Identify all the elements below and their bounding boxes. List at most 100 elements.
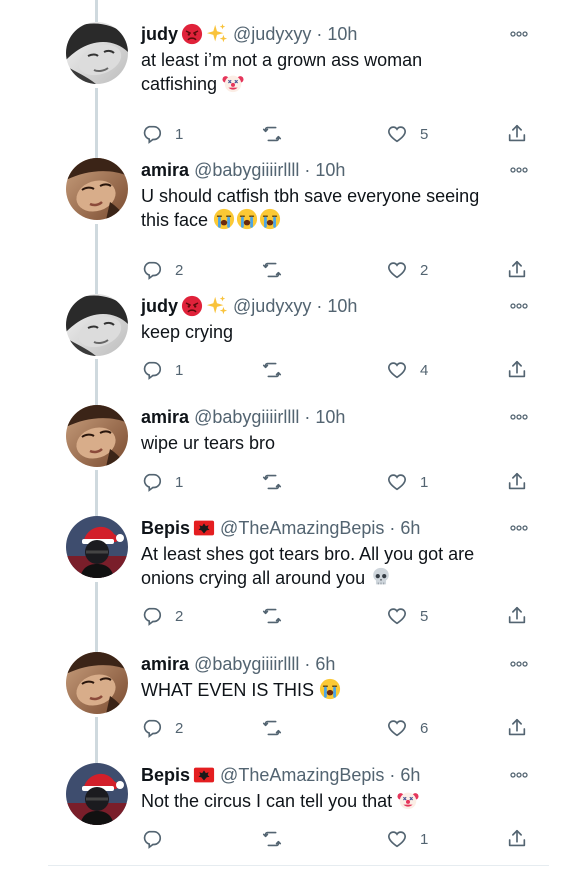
like-count: 6 (420, 719, 429, 737)
share-button[interactable] (506, 827, 528, 851)
avatar[interactable] (66, 294, 128, 356)
skull-icon (370, 567, 392, 588)
tweet-header: judy @judyxyy · 10h (141, 294, 357, 318)
tweet-text-segment: Not the circus I can tell you that (141, 791, 393, 811)
retweet-button[interactable] (261, 716, 283, 740)
avatar[interactable] (66, 22, 128, 84)
tweet-text-line: Not the circus I can tell you that (141, 789, 521, 813)
share-icon (506, 717, 528, 739)
retweet-icon (261, 471, 283, 493)
username-handle[interactable]: @TheAmazingBepis (220, 518, 384, 538)
retweet-button[interactable] (261, 358, 283, 382)
crying-face-icon (319, 678, 341, 700)
crying-face-icon (236, 208, 258, 230)
share-button[interactable] (506, 258, 528, 282)
more-options-icon[interactable] (509, 767, 529, 783)
tweet[interactable]: amira @babygiiiirllll · 10h U should catf… (0, 158, 577, 284)
reply-button[interactable]: 1 (141, 470, 183, 494)
like-button[interactable]: 1 (386, 470, 428, 494)
share-button[interactable] (506, 716, 528, 740)
reply-icon (141, 828, 163, 850)
tweet-header: Bepis @TheAmazingBepis · 6h (141, 516, 420, 540)
tweet-text-line: U should catfish tbh save everyone seein… (141, 184, 521, 208)
display-name[interactable]: amira (141, 654, 189, 674)
separator-dot: · (299, 654, 316, 674)
username-handle[interactable]: @babygiiiirllll (194, 407, 299, 427)
tweet[interactable]: judy @judyxyy · 10h keep crying 1 4 (0, 294, 577, 384)
reply-icon (141, 471, 163, 493)
separator-dot: · (311, 296, 328, 316)
username-handle[interactable]: @judyxyy (233, 24, 311, 44)
share-icon (506, 471, 528, 493)
retweet-icon (261, 828, 283, 850)
like-icon (386, 259, 408, 281)
sparkles-icon (206, 23, 228, 47)
reply-count: 1 (175, 473, 184, 491)
retweet-button[interactable] (261, 827, 283, 851)
reply-button[interactable]: 1 (141, 358, 183, 382)
more-options-icon[interactable] (509, 409, 529, 425)
reply-button[interactable] (141, 827, 163, 851)
display-name[interactable]: Bepis (141, 765, 190, 785)
reply-button[interactable]: 2 (141, 716, 183, 740)
like-button[interactable]: 5 (386, 122, 428, 146)
reply-button[interactable]: 2 (141, 258, 183, 282)
thread-line (95, 0, 98, 22)
timestamp[interactable]: 10h (327, 24, 357, 44)
timestamp[interactable]: 10h (315, 160, 345, 180)
share-button[interactable] (506, 604, 528, 628)
like-button[interactable]: 2 (386, 258, 428, 282)
timestamp[interactable]: 6h (315, 654, 335, 674)
like-button[interactable]: 1 (386, 827, 428, 851)
tweet[interactable]: Bepis @TheAmazingBepis · 6h At least shes… (0, 516, 577, 630)
tweet-actions: 11 (141, 470, 531, 494)
tweet-header: amira @babygiiiirllll · 10h (141, 158, 345, 182)
username-handle[interactable]: @babygiiiirllll (194, 160, 299, 180)
reply-count: 2 (175, 261, 184, 279)
avatar[interactable] (66, 405, 128, 467)
avatar[interactable] (66, 652, 128, 714)
more-options-icon[interactable] (509, 656, 529, 672)
tweet-text-segment: wipe ur tears bro (141, 433, 276, 453)
avatar[interactable] (66, 516, 128, 578)
avatar[interactable] (66, 763, 128, 825)
tweet[interactable]: amira @babygiiiirllll · 6h WHAT EVEN IS T… (0, 652, 577, 742)
timestamp[interactable]: 10h (327, 296, 357, 316)
username-handle[interactable]: @judyxyy (233, 296, 311, 316)
like-button[interactable]: 6 (386, 716, 428, 740)
more-options-icon[interactable] (509, 298, 529, 314)
timestamp[interactable]: 10h (315, 407, 345, 427)
more-options-icon[interactable] (509, 520, 529, 536)
display-name[interactable]: amira (141, 160, 189, 180)
more-options-icon[interactable] (509, 162, 529, 178)
more-options-icon[interactable] (509, 26, 529, 42)
username-handle[interactable]: @TheAmazingBepis (220, 765, 384, 785)
share-button[interactable] (506, 122, 528, 146)
reply-button[interactable]: 2 (141, 604, 183, 628)
angry-face-icon (181, 23, 203, 47)
display-name[interactable]: judy (141, 296, 178, 316)
retweet-button[interactable] (261, 604, 283, 628)
share-icon (506, 123, 528, 145)
tweet[interactable]: judy @judyxyy · 10h at least i’m not a gr… (0, 22, 577, 148)
display-name[interactable]: Bepis (141, 518, 190, 538)
timestamp[interactable]: 6h (400, 518, 420, 538)
like-button[interactable]: 5 (386, 604, 428, 628)
display-name[interactable]: judy (141, 24, 178, 44)
share-button[interactable] (506, 358, 528, 382)
like-icon (386, 717, 408, 739)
separator-dot: · (384, 765, 401, 785)
retweet-button[interactable] (261, 258, 283, 282)
tweet[interactable]: Bepis @TheAmazingBepis · 6h Not the circu… (0, 763, 577, 853)
reply-icon (141, 259, 163, 281)
timestamp[interactable]: 6h (400, 765, 420, 785)
like-button[interactable]: 4 (386, 358, 428, 382)
username-handle[interactable]: @babygiiiirllll (194, 654, 299, 674)
reply-button[interactable]: 1 (141, 122, 183, 146)
retweet-button[interactable] (261, 122, 283, 146)
tweet[interactable]: amira @babygiiiirllll · 10h wipe ur tears… (0, 405, 577, 496)
retweet-button[interactable] (261, 470, 283, 494)
avatar[interactable] (66, 158, 128, 220)
display-name[interactable]: amira (141, 407, 189, 427)
share-button[interactable] (506, 470, 528, 494)
